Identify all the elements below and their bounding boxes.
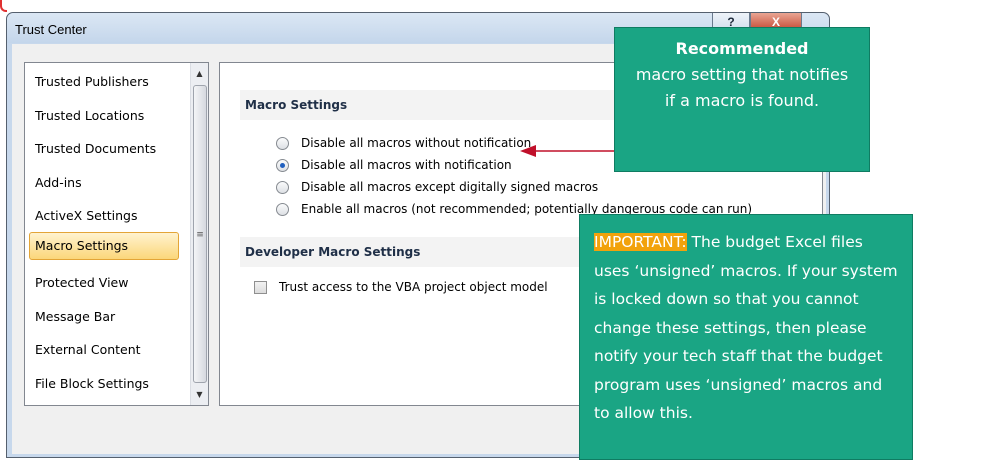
nav-item-file-block-settings[interactable]: File Block Settings xyxy=(29,370,179,398)
recommended-title: Recommended xyxy=(675,39,809,58)
scroll-thumb[interactable]: ≡ xyxy=(193,85,207,383)
nav-item-activex-settings[interactable]: ActiveX Settings xyxy=(29,202,179,230)
important-label: IMPORTANT: xyxy=(594,233,687,251)
category-list: Trusted Publishers Trusted Locations Tru… xyxy=(24,62,209,406)
scroll-up-icon[interactable]: ▲ xyxy=(191,65,208,82)
trust-vba-access-option[interactable]: Trust access to the VBA project object m… xyxy=(254,276,548,298)
nav-item-trusted-publishers[interactable]: Trusted Publishers xyxy=(29,68,179,96)
radio-button[interactable] xyxy=(276,180,289,194)
radio-button[interactable] xyxy=(276,202,289,216)
nav-item-protected-view[interactable]: Protected View xyxy=(29,269,179,297)
red-mark-fragment xyxy=(0,0,7,12)
recommended-callout: Recommended macro setting that notifies … xyxy=(614,27,870,172)
nav-item-add-ins[interactable]: Add-ins xyxy=(29,169,179,197)
important-text: The budget Excel files uses ‘unsigned’ m… xyxy=(594,233,898,422)
radio-label: Disable all macros with notification xyxy=(301,158,512,172)
radio-disable-with-notification[interactable]: Disable all macros with notification xyxy=(276,154,512,176)
nav-item-macro-settings[interactable]: Macro Settings xyxy=(29,232,179,260)
nav-item-external-content[interactable]: External Content xyxy=(29,336,179,364)
radio-label: Disable all macros without notification xyxy=(301,136,532,150)
scroll-down-icon[interactable]: ▼ xyxy=(191,386,208,403)
radio-button[interactable] xyxy=(276,136,289,150)
checkbox-label: Trust access to the VBA project object m… xyxy=(279,280,548,294)
callout-arrow-icon xyxy=(520,145,616,157)
nav-item-message-bar[interactable]: Message Bar xyxy=(29,303,179,331)
nav-item-trusted-locations[interactable]: Trusted Locations xyxy=(29,102,179,130)
radio-label: Disable all macros except digitally sign… xyxy=(301,180,599,194)
important-callout: IMPORTANT: The budget Excel files uses ‘… xyxy=(579,214,913,460)
radio-disable-except-signed[interactable]: Disable all macros except digitally sign… xyxy=(276,176,598,198)
category-scrollbar[interactable]: ▲ ≡ ▼ xyxy=(190,63,208,405)
recommended-text: macro setting that notifies if a macro i… xyxy=(635,65,849,110)
nav-item-trusted-documents[interactable]: Trusted Documents xyxy=(29,135,179,163)
checkbox[interactable] xyxy=(254,280,267,294)
radio-disable-without-notification[interactable]: Disable all macros without notification xyxy=(276,132,531,154)
radio-button-selected[interactable] xyxy=(276,158,289,172)
window-title: Trust Center xyxy=(15,22,87,37)
